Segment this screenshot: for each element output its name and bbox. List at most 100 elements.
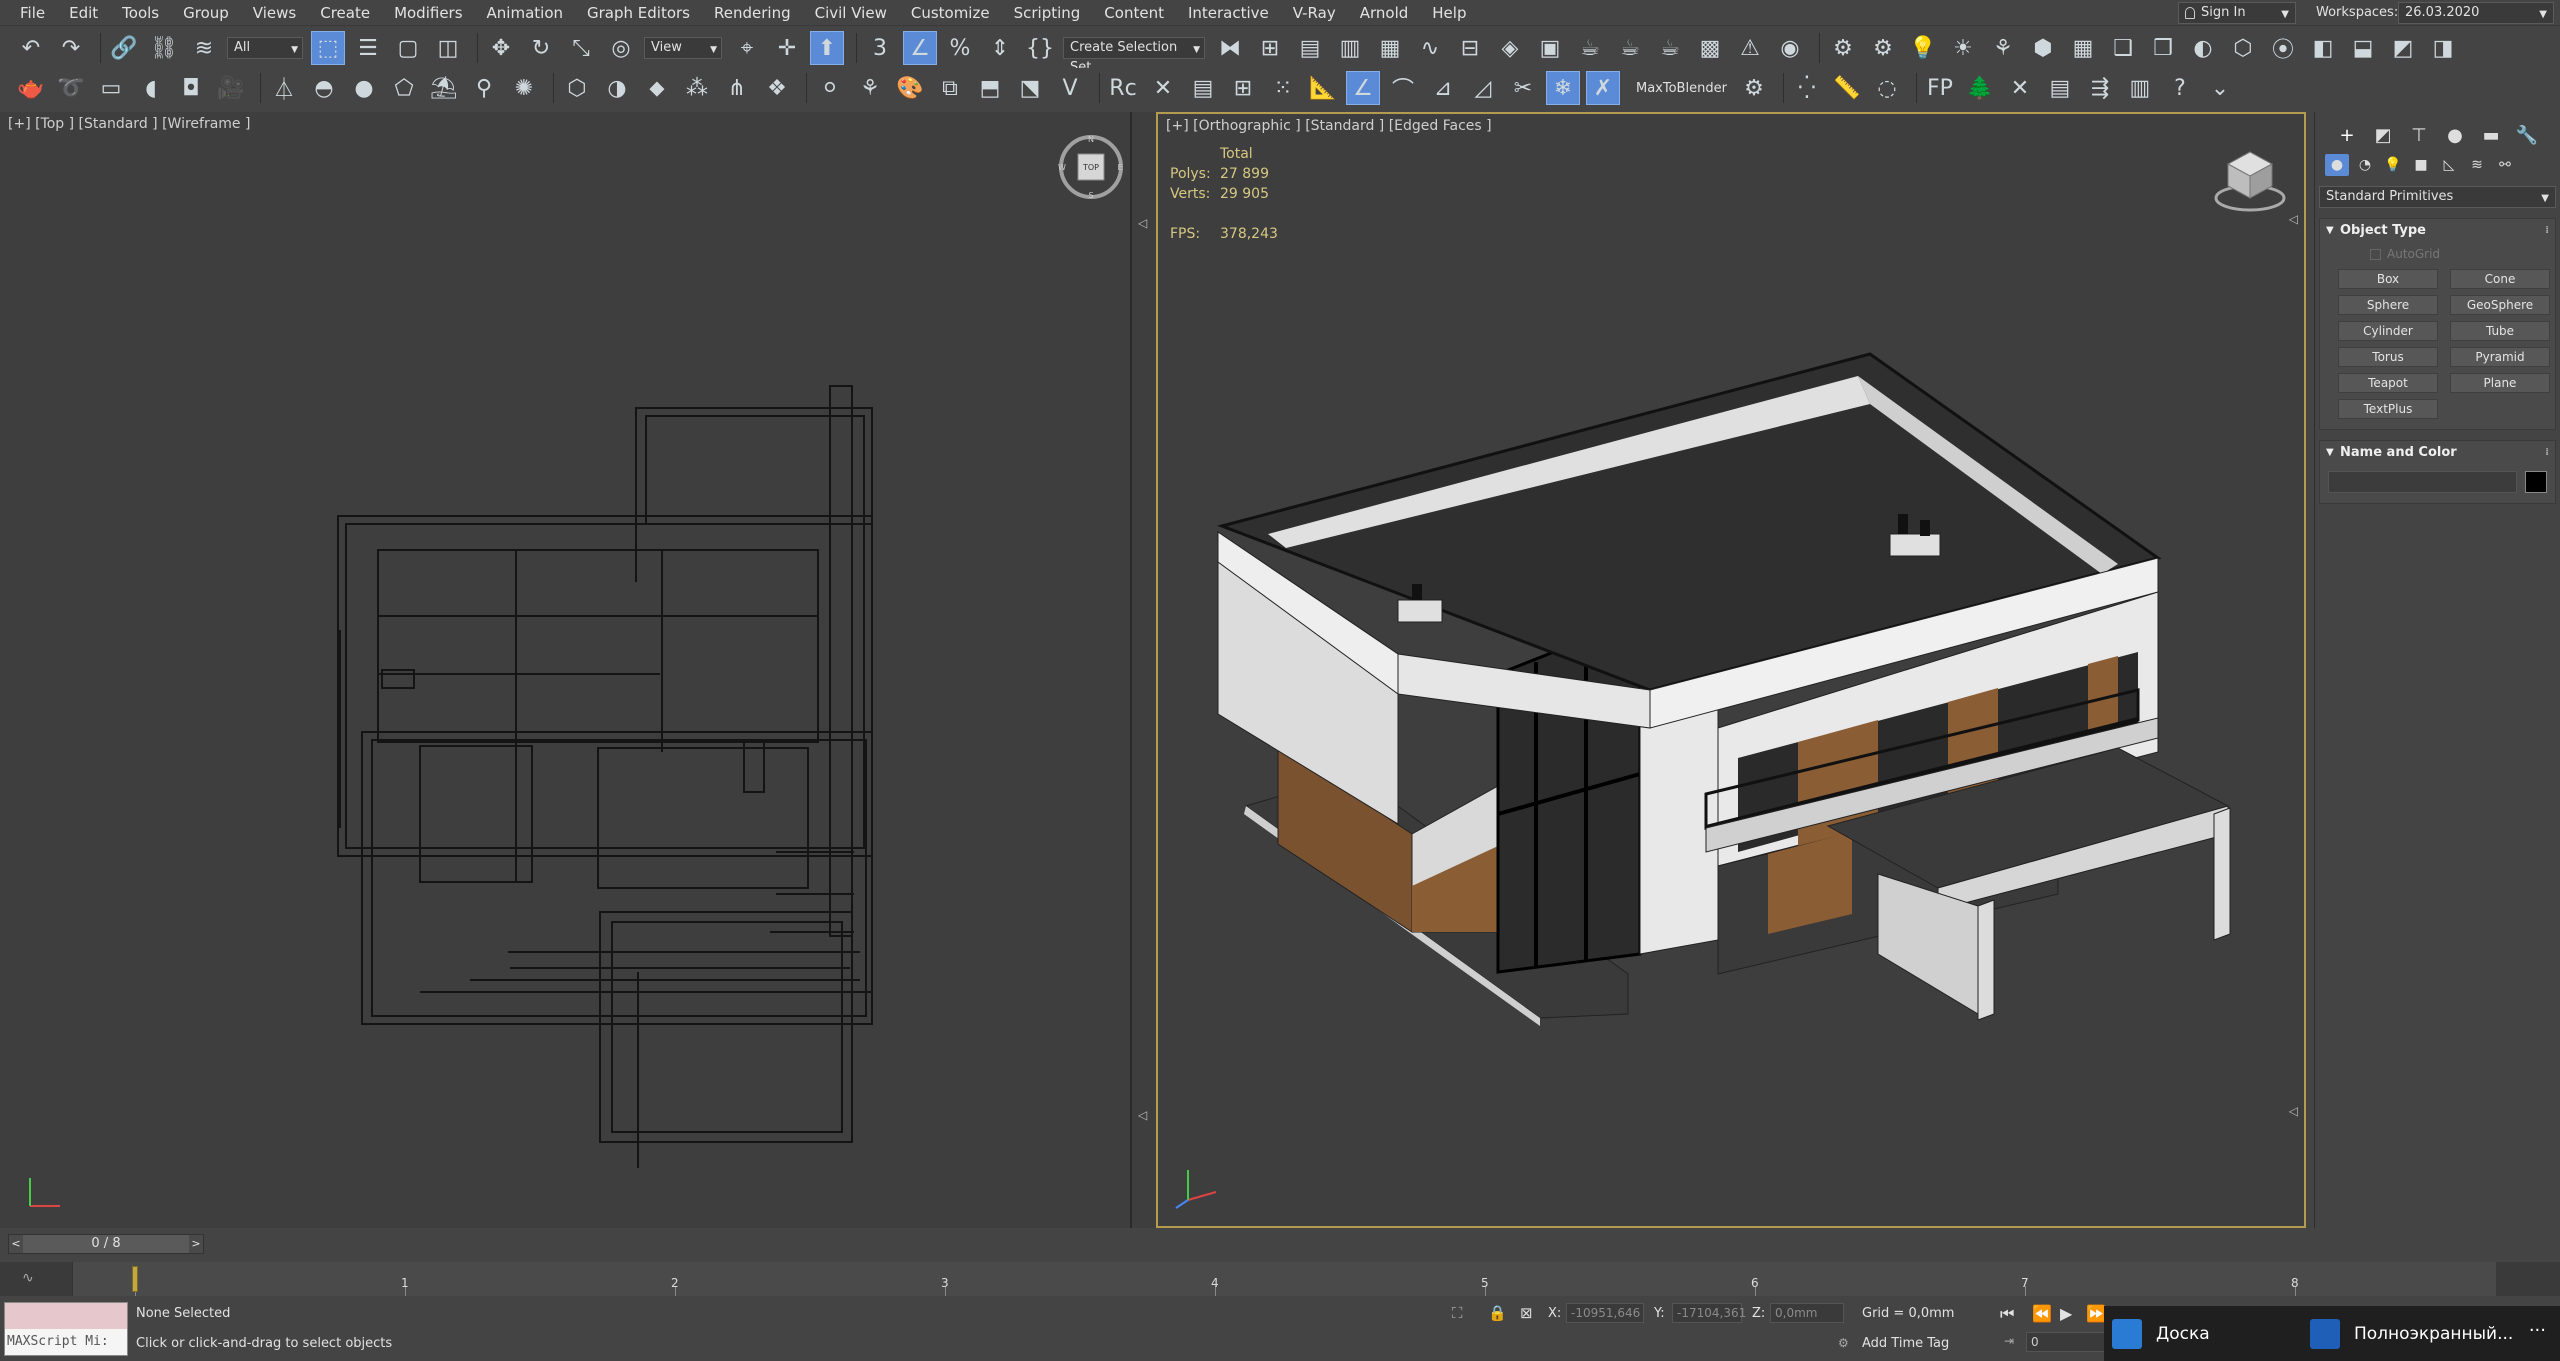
render-iterative-icon[interactable]: ☕ (1653, 31, 1687, 65)
dotted-grid-icon[interactable]: ⁙ (1266, 71, 1300, 105)
time-prev-icon[interactable]: < (9, 1235, 23, 1253)
primitive-button-pyramid[interactable]: Pyramid (2450, 347, 2550, 367)
menu-item-edit[interactable]: Edit (57, 0, 110, 26)
vray-fur-object-icon[interactable]: ⋔ (720, 71, 754, 105)
vray-volume-icon[interactable]: ❖ (760, 71, 794, 105)
menu-item-customize[interactable]: Customize (899, 0, 1002, 26)
edit-named-selections-icon[interactable]: {} (1023, 31, 1057, 65)
absolute-mode-icon[interactable]: ⊠ (1520, 1304, 1533, 1322)
vray-proxy-export-icon[interactable]: ⬡ (560, 71, 594, 105)
top-viewport[interactable]: [+] [Top ] [Standard ] [Wireframe ] TOP … (0, 112, 1132, 1228)
rollout-menu-icon[interactable]: ⁞ (2545, 219, 2549, 243)
vray-sphere-material-icon[interactable]: ⚪ (813, 71, 847, 105)
vray-multi-material-icon[interactable]: ⚘ (853, 71, 887, 105)
vray-cam-icon[interactable]: ◧ (2306, 31, 2340, 65)
curve-editor-icon[interactable]: ∿ (1413, 31, 1447, 65)
vray-scene-converter-icon[interactable]: ⬡ (2226, 31, 2260, 65)
autogrid-checkbox-row[interactable]: AutoGrid (2320, 243, 2555, 265)
taskbar-item-fullscreen[interactable]: Полноэкранный... (2310, 1306, 2513, 1361)
menu-item-interactive[interactable]: Interactive (1176, 0, 1281, 26)
vray-object-props-icon[interactable]: ❑ (2106, 31, 2140, 65)
render-setup-icon[interactable]: ▣ (1533, 31, 1567, 65)
time-tag-icon[interactable]: ⚙ (1838, 1336, 1849, 1350)
resize-left-icon[interactable]: ◁ (2289, 1104, 2298, 1118)
cut-icon[interactable]: ✂ (1506, 71, 1540, 105)
settings-cog-icon[interactable]: ⚙ (1737, 71, 1771, 105)
primitive-button-teapot[interactable]: Teapot (2338, 373, 2438, 393)
bind-spacewarp-icon[interactable]: ≋ (187, 31, 221, 65)
primitive-button-plane[interactable]: Plane (2450, 373, 2550, 393)
vray-ies-light-icon[interactable]: ⛱ (427, 71, 461, 105)
vray-logo-icon[interactable]: V (1053, 71, 1087, 105)
material-editor-icon[interactable]: ◈ (1493, 31, 1527, 65)
spinner-snap-icon[interactable]: ⇕ (983, 31, 1017, 65)
render-production-icon[interactable]: ☕ (1613, 31, 1647, 65)
x-axis-icon[interactable]: ✗ (1586, 71, 1620, 105)
dot-grid-icon[interactable]: ⁛ (1790, 71, 1824, 105)
utilities-tab-icon[interactable]: 🔧 (2509, 122, 2545, 148)
align-icon[interactable]: ⊞ (1253, 31, 1287, 65)
angle-snap-icon[interactable]: ∠ (903, 31, 937, 65)
vray-fur-icon[interactable]: ⚘ (1986, 31, 2020, 65)
vray-cloud-icon[interactable]: ◩ (2386, 31, 2420, 65)
taskbar-item-board[interactable]: Доска (2112, 1306, 2210, 1361)
arnold-icon[interactable]: ◉ (1773, 31, 1807, 65)
primitive-button-geosphere[interactable]: GeoSphere (2450, 295, 2550, 315)
vray-ambient-light-icon[interactable]: ⚲ (467, 71, 501, 105)
mini-curve-editor-icon[interactable]: ∿ (22, 1270, 34, 1286)
select-by-name-icon[interactable]: ☰ (351, 31, 385, 65)
viewport-divider[interactable]: ◁ ◁ (1132, 112, 1156, 1228)
redo-icon[interactable]: ↷ (54, 31, 88, 65)
vray-vision-icon[interactable]: ◨ (2426, 31, 2460, 65)
scale-icon[interactable]: ⤡ (564, 31, 598, 65)
notes-icon[interactable]: ▥ (2123, 71, 2157, 105)
object-type-header[interactable]: ▼ Object Type ⁞ (2320, 219, 2555, 243)
forest-pack-icon[interactable]: FP (1923, 71, 1957, 105)
cross-tool-icon[interactable]: ✕ (1146, 71, 1180, 105)
max-to-blender-label[interactable]: MaxToBlender (1636, 81, 1727, 96)
modify-tab-icon[interactable]: ◩ (2365, 122, 2401, 148)
object-name-field[interactable] (2328, 471, 2517, 493)
primitive-button-torus[interactable]: Torus (2338, 347, 2438, 367)
snowflake-icon[interactable]: ❄ (1546, 71, 1580, 105)
vray-asset-editor-icon[interactable]: ⬒ (973, 71, 1007, 105)
named-selection-set-select[interactable]: Create Selection Set ▼ (1063, 37, 1205, 75)
time-next-icon[interactable]: > (189, 1235, 203, 1253)
vray-frame-buffer-icon[interactable]: ⚙ (1826, 31, 1860, 65)
primitive-button-textplus[interactable]: TextPlus (2338, 399, 2438, 419)
vray-spot-light-icon[interactable]: ⏃ (267, 71, 301, 105)
vray-mesh-icon[interactable]: ▦ (2066, 31, 2100, 65)
shapes-icon[interactable]: ◔ (2353, 154, 2377, 176)
light-primitive-icon[interactable]: ◖ (134, 71, 168, 105)
resize-left-icon[interactable]: ◁ (1138, 1108, 1147, 1122)
link-icon[interactable]: 🔗 (107, 31, 141, 65)
undo-icon[interactable]: ↶ (14, 31, 48, 65)
primitive-button-tube[interactable]: Tube (2450, 321, 2550, 341)
workspace-select[interactable]: 26.03.2020 ▼ (2398, 2, 2554, 24)
box-primitive-icon[interactable]: ▭ (94, 71, 128, 105)
torus-knot-icon[interactable]: ➰ (54, 71, 88, 105)
menu-item-tools[interactable]: Tools (110, 0, 171, 26)
reference-coordinate-select[interactable]: View ▼ (644, 37, 722, 59)
viewcube-top[interactable]: TOP N S E W (1056, 132, 1126, 202)
vray-mesh-light-icon[interactable]: ⬠ (387, 71, 421, 105)
z-coordinate-field[interactable]: 0,0mm (1770, 1303, 1844, 1323)
rotate-icon[interactable]: ↻ (524, 31, 558, 65)
maxscript-output[interactable] (5, 1303, 127, 1329)
rect-selection-icon[interactable]: ▢ (391, 31, 425, 65)
vray-ies-icon[interactable]: ⦿ (2266, 31, 2300, 65)
vray-proxy-icon[interactable]: ⬢ (2026, 31, 2060, 65)
create-tab-icon[interactable]: + (2329, 122, 2365, 148)
window-crossing-icon[interactable]: ◫ (431, 31, 465, 65)
tree-icon[interactable]: 🌲 (1963, 71, 1997, 105)
resize-left-icon[interactable]: ◁ (1138, 216, 1147, 230)
key-mode-icon[interactable]: ⇥ (2004, 1334, 2014, 1348)
menu-item-create[interactable]: Create (308, 0, 382, 26)
camera-icon[interactable]: 🎥 (214, 71, 248, 105)
primitive-button-box[interactable]: Box (2338, 269, 2438, 289)
vray-proxy-import-icon[interactable]: ◑ (600, 71, 634, 105)
rollout-menu-icon[interactable]: ⁞ (2545, 441, 2549, 465)
menu-item-graph-editors[interactable]: Graph Editors (575, 0, 702, 26)
vray-sphere-light-icon[interactable]: ● (347, 71, 381, 105)
texture-icon[interactable]: ⊞ (1226, 71, 1260, 105)
